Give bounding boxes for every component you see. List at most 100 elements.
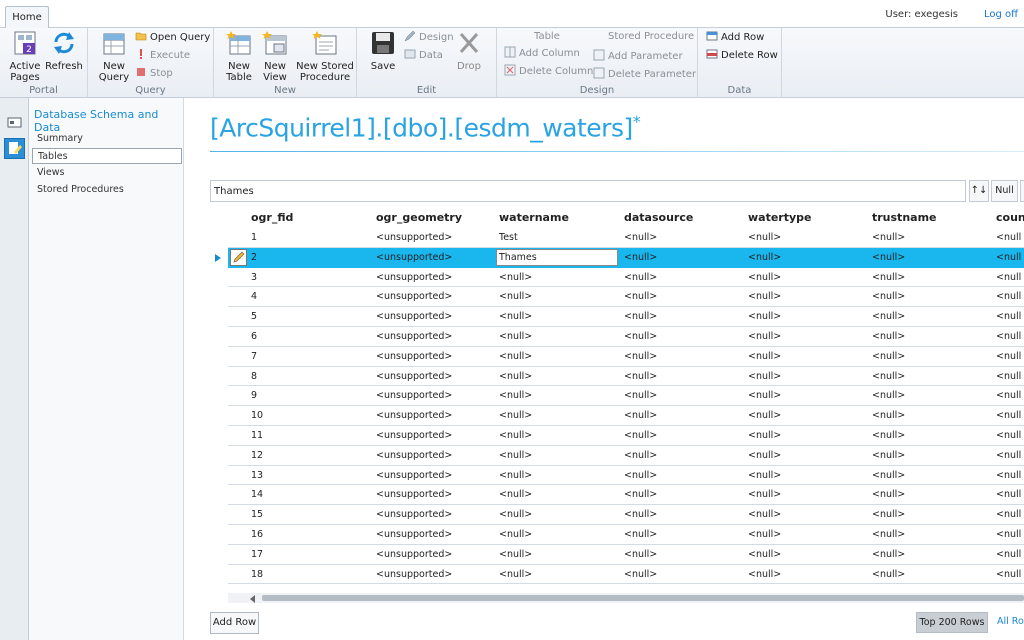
save-button[interactable]: Save	[367, 30, 399, 72]
cell-ogr-fid[interactable]: 6	[251, 331, 257, 342]
cell-watertype[interactable]: <null>	[748, 252, 781, 263]
null-button[interactable]: Null	[991, 180, 1018, 202]
table-row[interactable]: 7 <unsupported> <null> <null> <null> <null> <n…	[228, 347, 1024, 367]
add-row-button[interactable]: Add Row	[210, 612, 259, 634]
cell-watername[interactable]: <null>	[499, 470, 532, 481]
cell-watername[interactable]: <null>	[499, 311, 532, 322]
cell-trustname[interactable]: <null>	[872, 252, 905, 263]
cell-trustname[interactable]: <null>	[872, 529, 905, 540]
new-view-button[interactable]: New View	[258, 30, 292, 83]
cell-ogr-fid[interactable]: 7	[251, 351, 257, 362]
rail-design-button[interactable]	[4, 138, 25, 159]
cell-trustname[interactable]: <null>	[872, 410, 905, 421]
cell-count[interactable]: <null	[996, 470, 1021, 481]
stop-button[interactable]: Stop	[135, 66, 173, 82]
table-row[interactable]: 17 <unsupported> <null> <null> <null> <null> <…	[228, 545, 1024, 565]
cell-count[interactable]: <null	[996, 549, 1021, 560]
table-row[interactable]: 14 <unsupported> <null> <null> <null> <null> <…	[228, 485, 1024, 506]
table-row[interactable]: 9 <unsupported> <null> <null> <null> <null> <n…	[228, 386, 1024, 407]
cell-ogr-geometry[interactable]: <unsupported>	[376, 252, 452, 263]
cell-count[interactable]: <null	[996, 252, 1021, 263]
add-parameter-button[interactable]: Add Parameter	[593, 49, 683, 65]
cell-datasource[interactable]: <null>	[624, 390, 657, 401]
cell-watertype[interactable]: <null>	[748, 351, 781, 362]
cell-trustname[interactable]: <null>	[872, 331, 905, 342]
add-column-button[interactable]: Add Column	[504, 46, 580, 62]
cell-count[interactable]: <null	[996, 430, 1021, 441]
execute-button[interactable]: Execute	[135, 48, 190, 64]
cell-count[interactable]: <null	[996, 331, 1021, 342]
rail-overview-button[interactable]	[4, 112, 25, 133]
cell-ogr-geometry[interactable]: <unsupported>	[376, 371, 452, 382]
cell-trustname[interactable]: <null>	[872, 489, 905, 500]
scroll-thumb[interactable]	[262, 595, 1024, 601]
cell-ogr-geometry[interactable]: <unsupported>	[376, 410, 452, 421]
cell-ogr-fid[interactable]: 17	[251, 549, 263, 560]
cell-trustname[interactable]: <null>	[872, 450, 905, 461]
cell-datasource[interactable]: <null>	[624, 529, 657, 540]
filter-input[interactable]	[210, 180, 966, 202]
table-row[interactable]: 8 <unsupported> <null> <null> <null> <null> <n…	[228, 367, 1024, 387]
cell-watertype[interactable]: <null>	[748, 272, 781, 283]
cell-trustname[interactable]: <null>	[872, 272, 905, 283]
design-button[interactable]: Design	[404, 30, 454, 46]
cell-count[interactable]: <null	[996, 529, 1021, 540]
ribbon-add-row-button[interactable]: Add Row	[706, 30, 764, 46]
cell-ogr-geometry[interactable]: <unsupported>	[376, 569, 452, 580]
cell-editor-watername[interactable]: Thames	[496, 248, 618, 266]
cell-watertype[interactable]: <null>	[748, 390, 781, 401]
cell-ogr-fid[interactable]: 12	[251, 450, 263, 461]
refresh-button[interactable]: Refresh	[45, 30, 83, 72]
active-pages-button[interactable]: 2 Active Pages	[6, 30, 44, 83]
cell-ogr-geometry[interactable]: <unsupported>	[376, 331, 452, 342]
cell-watername[interactable]: <null>	[499, 569, 532, 580]
cell-count[interactable]: <null	[996, 569, 1021, 580]
cell-ogr-fid[interactable]: 13	[251, 470, 263, 481]
column-header-trustname[interactable]: trustname	[872, 211, 937, 224]
cell-ogr-geometry[interactable]: <unsupported>	[376, 529, 452, 540]
cell-count[interactable]: <null	[996, 291, 1021, 302]
cell-count[interactable]: <null	[996, 509, 1021, 520]
cell-datasource[interactable]: <null>	[624, 450, 657, 461]
cell-datasource[interactable]: <null>	[624, 272, 657, 283]
cell-datasource[interactable]: <null>	[624, 291, 657, 302]
cell-watername[interactable]: <null>	[499, 371, 532, 382]
cell-watertype[interactable]: <null>	[748, 450, 781, 461]
cell-ogr-fid[interactable]: 3	[251, 272, 257, 283]
cell-count[interactable]: <null	[996, 311, 1021, 322]
data-button[interactable]: Data	[404, 48, 443, 64]
nav-item-views[interactable]: Views	[32, 165, 182, 181]
cell-watername[interactable]: <null>	[499, 272, 532, 283]
table-row[interactable]: 4 <unsupported> <null> <null> <null> <null> <n…	[228, 287, 1024, 308]
cell-ogr-fid[interactable]: 15	[251, 509, 263, 520]
cell-watertype[interactable]: <null>	[748, 569, 781, 580]
filter-extra-button[interactable]	[1020, 180, 1024, 202]
cell-datasource[interactable]: <null>	[624, 549, 657, 560]
cell-watertype[interactable]: <null>	[748, 549, 781, 560]
cell-ogr-geometry[interactable]: <unsupported>	[376, 549, 452, 560]
cell-trustname[interactable]: <null>	[872, 509, 905, 520]
cell-watername[interactable]: <null>	[499, 410, 532, 421]
cell-datasource[interactable]: <null>	[624, 509, 657, 520]
cell-ogr-geometry[interactable]: <unsupported>	[376, 291, 452, 302]
cell-ogr-geometry[interactable]: <unsupported>	[376, 390, 452, 401]
cell-watername[interactable]: <null>	[499, 450, 532, 461]
cell-ogr-geometry[interactable]: <unsupported>	[376, 430, 452, 441]
cell-ogr-fid[interactable]: 2	[251, 252, 257, 263]
cell-ogr-fid[interactable]: 18	[251, 569, 263, 580]
column-header-ogr_fid[interactable]: ogr_fid	[251, 211, 293, 224]
column-header-ogr_geometry[interactable]: ogr_geometry	[376, 211, 462, 224]
cell-ogr-geometry[interactable]: <unsupported>	[376, 509, 452, 520]
cell-watername[interactable]: <null>	[499, 291, 532, 302]
column-header-count[interactable]: count	[996, 211, 1024, 224]
cell-trustname[interactable]: <null>	[872, 430, 905, 441]
cell-trustname[interactable]: <null>	[872, 351, 905, 362]
nav-item-stored-procedures[interactable]: Stored Procedures	[32, 182, 182, 198]
table-row[interactable]: 15 <unsupported> <null> <null> <null> <null> <…	[228, 505, 1024, 525]
cell-count[interactable]: <null	[996, 232, 1021, 243]
cell-ogr-fid[interactable]: 9	[251, 390, 257, 401]
cell-datasource[interactable]: <null>	[624, 489, 657, 500]
cell-trustname[interactable]: <null>	[872, 371, 905, 382]
table-row[interactable]: 16 <unsupported> <null> <null> <null> <null> <…	[228, 525, 1024, 545]
cell-ogr-fid[interactable]: 4	[251, 291, 257, 302]
